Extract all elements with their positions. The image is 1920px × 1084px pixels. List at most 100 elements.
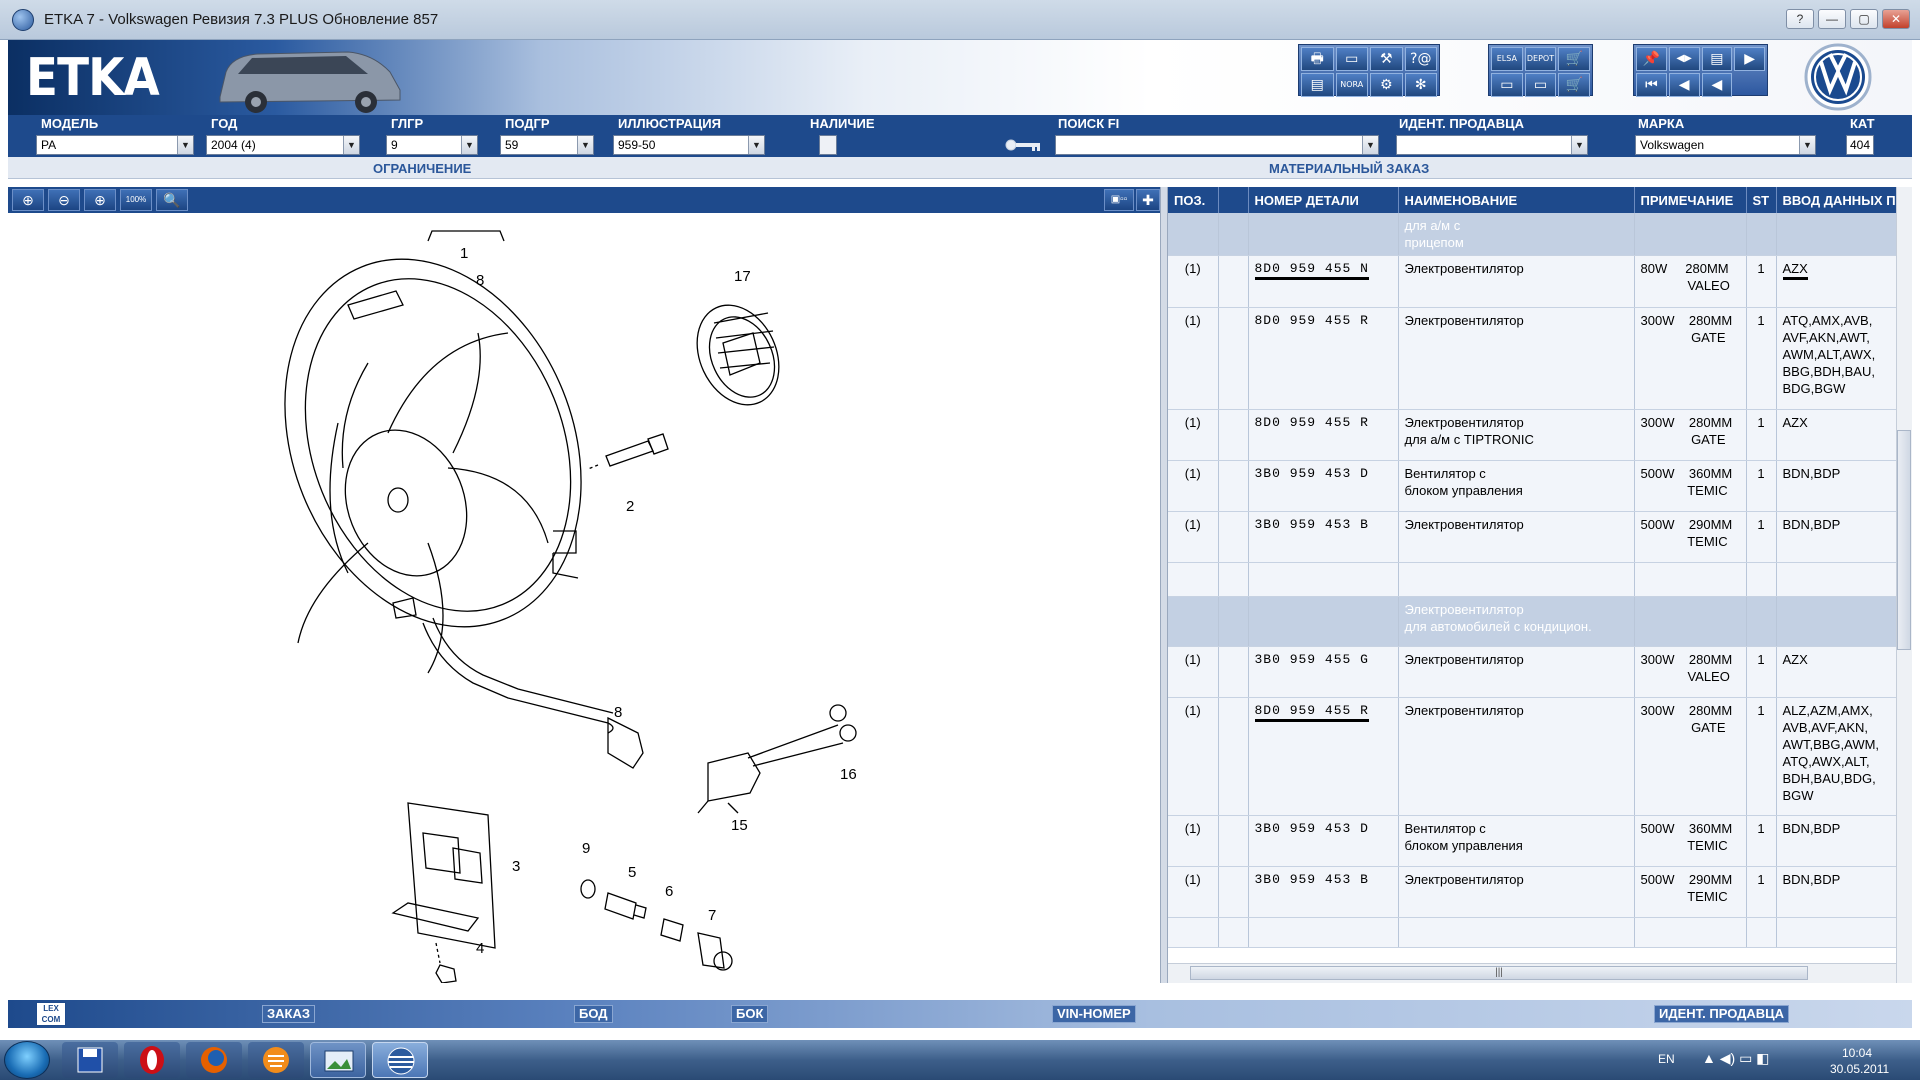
frame-icon[interactable]: ▭ — [1335, 47, 1368, 71]
search-fi-input[interactable]: ▼ — [1055, 135, 1379, 155]
opera-icon[interactable] — [124, 1042, 180, 1078]
chevron-down-icon[interactable]: ▼ — [1799, 136, 1815, 154]
tray-icons[interactable]: ▲ ◀) ▭ ◧ — [1702, 1050, 1769, 1067]
expand-panel-icon[interactable]: ✚ — [1136, 189, 1160, 211]
vertical-scroll-thumb[interactable] — [1897, 430, 1911, 650]
row-part-number[interactable]: 3B0 959 453 B — [1248, 866, 1399, 918]
prev-next-icon[interactable]: ◀▶ — [1668, 47, 1700, 71]
maximize-button[interactable]: ▢ — [1850, 9, 1878, 29]
table-row[interactable]: (1) 3B0 959 453 B Электровентилятор 500W… — [1168, 866, 1897, 918]
bolt-part-drawing[interactable] — [587, 433, 669, 470]
back-icon[interactable]: ◀ — [1668, 73, 1700, 97]
model-select[interactable]: PA ▼ — [36, 135, 194, 155]
sub-group-select[interactable]: 59 ▼ — [500, 135, 594, 155]
clock-time[interactable]: 10:04 — [1842, 1046, 1872, 1060]
brand-select[interactable]: Volkswagen ▼ — [1635, 135, 1816, 155]
zoom-area-icon[interactable]: ⊕ — [84, 189, 116, 211]
col-st[interactable]: ST — [1746, 187, 1777, 213]
chevron-down-icon[interactable]: ▼ — [577, 136, 593, 154]
col-part-number[interactable]: НОМЕР ДЕТАЛИ — [1248, 187, 1399, 213]
media-app-icon[interactable] — [248, 1042, 304, 1078]
table-group-row[interactable]: Электровентилятор для автомобилей с конд… — [1168, 596, 1897, 647]
key-icon[interactable] — [1004, 137, 1042, 153]
magnifier-icon[interactable]: 🔍 — [156, 189, 188, 211]
col-name[interactable]: НАИМЕНОВАНИЕ — [1398, 187, 1635, 213]
cart-icon[interactable]: 🛒 — [1558, 47, 1590, 71]
close-button[interactable]: ✕ — [1882, 9, 1910, 29]
forward-icon[interactable]: ▶ — [1734, 47, 1765, 71]
cart-add-icon[interactable]: 🛒 — [1558, 73, 1590, 97]
etka-taskbar-icon[interactable] — [372, 1042, 428, 1078]
help-window-button[interactable]: ? — [1786, 9, 1814, 29]
switch-parts-drawing[interactable] — [580, 879, 733, 971]
chevron-down-icon[interactable]: ▼ — [177, 136, 193, 154]
horizontal-scroll-thumb[interactable]: ||| — [1190, 966, 1808, 980]
vehicle-icon[interactable]: ▭ — [1524, 73, 1557, 97]
clock-date[interactable]: 30.05.2011 — [1830, 1062, 1889, 1076]
print-icon[interactable]: 🖶 — [1301, 47, 1334, 71]
material-order-label[interactable]: МАТЕРИАЛЬНЫЙ ЗАКАЗ — [1269, 161, 1429, 176]
zoom-100-icon[interactable]: 100% — [120, 189, 152, 211]
bod-button[interactable]: БОД — [574, 1005, 613, 1023]
availability-checkbox[interactable] — [819, 135, 837, 155]
split-view-icon[interactable]: ▣▫▫ — [1104, 189, 1134, 211]
chevron-down-icon[interactable]: ▼ — [461, 136, 477, 154]
firefox-icon[interactable] — [186, 1042, 242, 1078]
pane-splitter[interactable] — [1160, 187, 1168, 983]
start-button[interactable] — [4, 1041, 50, 1079]
zoom-out-icon[interactable]: ⊖ — [48, 189, 80, 211]
previous-icon[interactable]: ◀ — [1701, 73, 1733, 97]
main-group-select[interactable]: 9 ▼ — [386, 135, 478, 155]
col-data-input[interactable]: ВВОД ДАННЫХ П — [1776, 187, 1897, 213]
order-button[interactable]: ЗАКАЗ — [262, 1005, 315, 1023]
help-email-icon[interactable]: ?@ — [1404, 47, 1437, 71]
row-part-number[interactable]: 8D0 959 455 R — [1248, 307, 1399, 410]
year-select[interactable]: 2004 (4) ▼ — [206, 135, 360, 155]
row-part-number[interactable]: 3B0 959 453 D — [1248, 460, 1399, 512]
table-row[interactable]: (1) 8D0 959 455 R Электровентилятор для … — [1168, 409, 1897, 461]
col-note[interactable]: ПРИМЕЧАНИЕ — [1634, 187, 1747, 213]
col-blank[interactable] — [1218, 187, 1249, 213]
etka-app-icon[interactable] — [12, 9, 34, 31]
save-app-icon[interactable] — [62, 1042, 118, 1078]
settings-icon[interactable]: ⚙ — [1370, 73, 1403, 97]
document-icon[interactable]: ▤ — [1701, 47, 1733, 71]
vin-button[interactable]: VIN-НОМЕР — [1052, 1005, 1136, 1023]
elsa-button[interactable]: ELSA — [1491, 47, 1523, 71]
pin-icon[interactable]: 📌 — [1636, 47, 1667, 71]
first-page-icon[interactable]: ⏮ — [1636, 73, 1667, 97]
minimize-button[interactable]: — — [1818, 9, 1846, 29]
parts-illustration[interactable]: 1 8 17 2 8 16 15 3 4 9 5 6 7 — [8, 213, 1160, 984]
table-row[interactable]: (1) 8D0 959 455 R Электровентилятор 300W… — [1168, 697, 1897, 816]
language-indicator[interactable]: EN — [1658, 1052, 1675, 1066]
row-part-number[interactable]: 8D0 959 455 N — [1248, 255, 1399, 308]
table-row[interactable]: (1) 3B0 959 453 D Вентилятор с блоком уп… — [1168, 815, 1897, 867]
list-icon[interactable]: ▤ — [1301, 73, 1334, 97]
fan-assembly-drawing[interactable] — [232, 214, 644, 769]
chevron-down-icon[interactable]: ▼ — [343, 136, 359, 154]
zoom-in-icon[interactable]: ⊕ — [12, 189, 44, 211]
chevron-down-icon[interactable]: ▼ — [1571, 136, 1587, 154]
restriction-label[interactable]: ОГРАНИЧЕНИЕ — [373, 161, 471, 176]
nora-button[interactable]: NORA — [1335, 73, 1368, 97]
chevron-down-icon[interactable]: ▼ — [1362, 136, 1378, 154]
photo-app-icon[interactable] — [310, 1042, 366, 1078]
row-part-number[interactable]: 3B0 959 453 D — [1248, 815, 1399, 867]
fan-diagram[interactable]: 1 8 17 2 8 16 15 3 4 9 5 6 7 — [8, 213, 1160, 984]
depot-button[interactable]: DEPOT — [1524, 47, 1557, 71]
table-group-row[interactable]: для а/м с прицепом — [1168, 213, 1897, 256]
table-row[interactable]: (1) 3B0 959 453 B Электровентилятор 500W… — [1168, 511, 1897, 563]
col-pos[interactable]: ПОЗ. — [1168, 187, 1219, 213]
chevron-down-icon[interactable]: ▼ — [748, 136, 764, 154]
dealer-id-select[interactable]: ▼ — [1396, 135, 1588, 155]
wheel-icon[interactable]: ✻ — [1404, 73, 1437, 97]
row-part-number[interactable]: 8D0 959 455 R — [1248, 697, 1399, 816]
dealer-id-button[interactable]: ИДЕНТ. ПРОДАВЦА — [1654, 1005, 1790, 1023]
table-row[interactable]: (1) 8D0 959 455 N Электровентилятор 80W … — [1168, 255, 1897, 308]
row-part-number[interactable]: 3B0 959 455 G — [1248, 646, 1399, 698]
table-row[interactable]: (1) 8D0 959 455 R Электровентилятор 300W… — [1168, 307, 1897, 410]
illustration-select[interactable]: 959-50 ▼ — [613, 135, 765, 155]
table-row[interactable]: (1) 3B0 959 453 D Вентилятор с блоком уп… — [1168, 460, 1897, 512]
relay-part-drawing[interactable] — [697, 704, 857, 814]
row-part-number[interactable]: 8D0 959 455 R — [1248, 409, 1399, 461]
